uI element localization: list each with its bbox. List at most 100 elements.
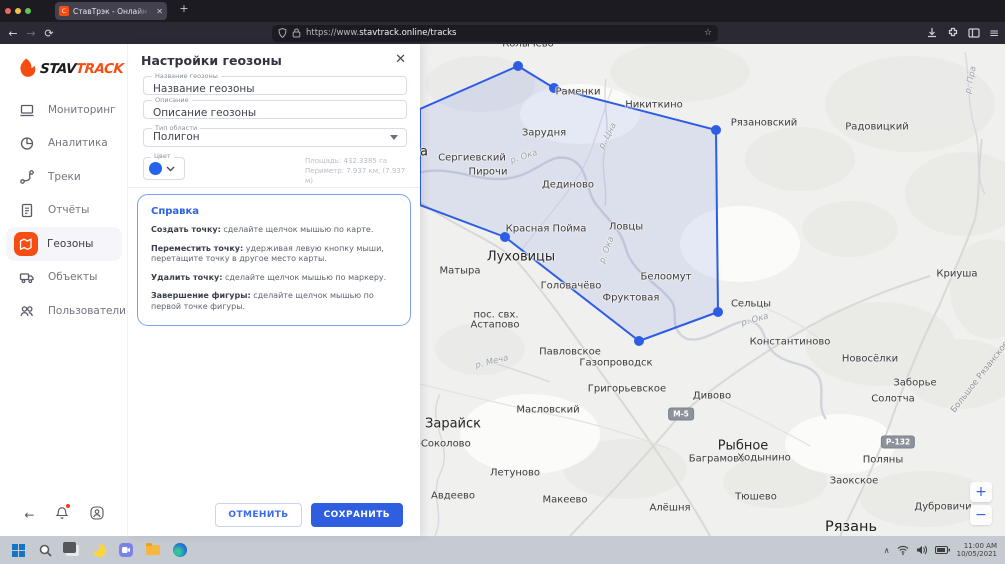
sidebar-item-label: Отчёты bbox=[48, 204, 89, 216]
sidebar-item-monitor[interactable]: Мониторинг bbox=[6, 93, 122, 127]
color-picker[interactable] bbox=[143, 157, 185, 180]
save-button[interactable]: СОХРАНИТЬ bbox=[311, 503, 403, 527]
objects-icon bbox=[18, 268, 36, 286]
help-item: Создать точку: сделайте щелчок мышью по … bbox=[151, 225, 397, 236]
cancel-button[interactable]: ОТМЕНИТЬ bbox=[215, 503, 301, 527]
back-icon[interactable]: ← bbox=[4, 27, 22, 40]
panel-divider bbox=[128, 187, 420, 188]
tab-favicon: С bbox=[59, 6, 69, 16]
map[interactable]: КолычевоРаменкиНикиткиноЗарудняаСергиевс… bbox=[420, 44, 1005, 536]
sidebar-item-objects[interactable]: Объекты bbox=[6, 261, 122, 295]
sidebar-bottom-bar: ← bbox=[0, 505, 128, 524]
teams-chat-icon[interactable] bbox=[118, 542, 134, 558]
zoom-in-button[interactable]: + bbox=[970, 482, 992, 502]
color-swatch bbox=[149, 162, 162, 175]
browser-nav-bar: ← → ⟳ https://www.stavtrack.online/track… bbox=[0, 22, 1005, 44]
bookmark-star-icon[interactable]: ☆ bbox=[704, 28, 712, 38]
panel-title: Настройки геозоны bbox=[141, 53, 282, 68]
window-maximize-button[interactable] bbox=[25, 8, 31, 14]
monitor-icon bbox=[18, 101, 36, 119]
map-zoom-control: + − bbox=[970, 482, 992, 525]
browser-tab[interactable]: С СтавТрэк - Онлайн мониторин ✕ bbox=[55, 2, 167, 20]
tray-chevron-icon[interactable]: ∧ bbox=[884, 546, 890, 555]
stavtrack-logo-icon bbox=[14, 56, 38, 82]
forward-icon[interactable]: → bbox=[22, 27, 40, 40]
analytics-icon bbox=[18, 134, 36, 152]
logo-text: STAVTRACK bbox=[39, 61, 124, 77]
browser-toolbar-icons: ≡ bbox=[926, 22, 999, 44]
reload-icon[interactable]: ⟳ bbox=[40, 27, 58, 40]
reports-icon bbox=[18, 201, 36, 219]
start-button-icon[interactable] bbox=[10, 542, 26, 558]
area-type-select[interactable]: Тип области Полигон bbox=[143, 128, 407, 147]
geozone-description-input[interactable] bbox=[144, 105, 406, 122]
stavtrack-logo: STAVTRACK bbox=[14, 56, 123, 82]
new-tab-button[interactable]: + bbox=[176, 2, 192, 15]
area-value: Площадь: 432.3385 га bbox=[305, 156, 407, 166]
app-window: STAVTRACK Мониторинг Аналитика Треки Отчёты… bbox=[0, 44, 1005, 536]
geozone-polygon[interactable] bbox=[420, 66, 718, 341]
sidebar-item-tracks[interactable]: Треки bbox=[6, 160, 122, 194]
url-text: https://www.stavtrack.online/tracks bbox=[306, 28, 456, 38]
window-minimize-button[interactable] bbox=[15, 8, 21, 14]
notifications-bell-icon[interactable] bbox=[55, 505, 69, 524]
url-bar[interactable]: https://www.stavtrack.online/tracks ☆ bbox=[272, 25, 718, 42]
road-badge: М-5 bbox=[668, 408, 694, 421]
tab-close-icon[interactable]: ✕ bbox=[156, 7, 163, 16]
road-badge: Р-132 bbox=[881, 436, 915, 449]
sidebar-item-label: Треки bbox=[48, 171, 81, 183]
search-icon[interactable] bbox=[37, 542, 53, 558]
users-icon bbox=[18, 302, 36, 320]
help-title: Справка bbox=[151, 206, 397, 217]
task-view-icon[interactable] bbox=[64, 542, 80, 558]
help-item: Удалить точку: сделайте щелчок мышью по … bbox=[151, 273, 397, 284]
shield-icon bbox=[278, 28, 287, 38]
download-icon[interactable] bbox=[926, 27, 938, 39]
tray-date: 10/05/2021 bbox=[957, 550, 997, 559]
help-item: Завершение фигуры: сделайте щелчок мышью… bbox=[151, 291, 397, 312]
geozone-settings-panel: Настройки геозоны ✕ Название геозоны Опи… bbox=[128, 44, 420, 536]
menu-icon[interactable]: ≡ bbox=[989, 26, 999, 40]
perimeter-value: Периметр: 7.937 км, (7.937 м) bbox=[305, 166, 407, 186]
zoom-out-button[interactable]: − bbox=[970, 505, 992, 525]
window-close-button[interactable] bbox=[5, 8, 11, 14]
geozone-name-field[interactable]: Название геозоны bbox=[143, 76, 407, 95]
area-type-label: Тип области bbox=[152, 124, 200, 132]
tray-time: 11:00 AM bbox=[957, 542, 997, 551]
taskbar-clock[interactable]: 11:00 AM 10/05/2021 bbox=[957, 542, 1001, 559]
sidebar-item-label: Аналитика bbox=[48, 137, 108, 149]
geozone-name-input[interactable] bbox=[144, 81, 406, 98]
wifi-icon[interactable] bbox=[897, 545, 909, 555]
polygon-vertex-handle[interactable] bbox=[549, 83, 559, 93]
sidebar-item-label: Мониторинг bbox=[48, 104, 116, 116]
polygon-vertex-handle[interactable] bbox=[711, 125, 721, 135]
sidebar-toggle-icon[interactable] bbox=[968, 27, 980, 39]
sidebar-item-geozones[interactable]: Геозоны bbox=[6, 227, 122, 261]
volume-icon[interactable] bbox=[916, 545, 928, 555]
panel-actions: ОТМЕНИТЬ СОХРАНИТЬ bbox=[215, 503, 403, 527]
tracks-icon bbox=[18, 168, 36, 186]
account-icon[interactable] bbox=[90, 505, 104, 524]
edge-icon[interactable] bbox=[172, 542, 188, 558]
polygon-vertex-handle[interactable] bbox=[500, 232, 510, 242]
geozone-polygon-layer[interactable] bbox=[420, 44, 1005, 536]
sidebar-item-label: Геозоны bbox=[47, 238, 93, 250]
polygon-vertex-handle[interactable] bbox=[634, 336, 644, 346]
polygon-vertex-handle[interactable] bbox=[513, 61, 523, 71]
color-label: Цвет bbox=[151, 152, 174, 160]
firefox-icon[interactable] bbox=[91, 542, 107, 558]
geozone-description-field[interactable]: Описание bbox=[143, 100, 407, 119]
collapse-sidebar-icon[interactable]: ← bbox=[24, 508, 34, 522]
extensions-icon[interactable] bbox=[947, 27, 959, 39]
polygon-vertex-handle[interactable] bbox=[713, 307, 723, 317]
sidebar-item-analytics[interactable]: Аналитика bbox=[6, 127, 122, 161]
browser-tab-bar: С СтавТрэк - Онлайн мониторин ✕ + bbox=[0, 0, 1005, 22]
window-controls[interactable] bbox=[5, 8, 31, 14]
sidebar-item-users[interactable]: Пользователи bbox=[6, 294, 122, 328]
sidebar-item-label: Пользователи bbox=[48, 305, 126, 317]
sidebar: STAVTRACK Мониторинг Аналитика Треки Отчёты… bbox=[0, 44, 128, 536]
file-explorer-icon[interactable] bbox=[145, 542, 161, 558]
panel-close-icon[interactable]: ✕ bbox=[395, 52, 406, 67]
sidebar-item-reports[interactable]: Отчёты bbox=[6, 194, 122, 228]
battery-icon[interactable] bbox=[935, 546, 950, 554]
